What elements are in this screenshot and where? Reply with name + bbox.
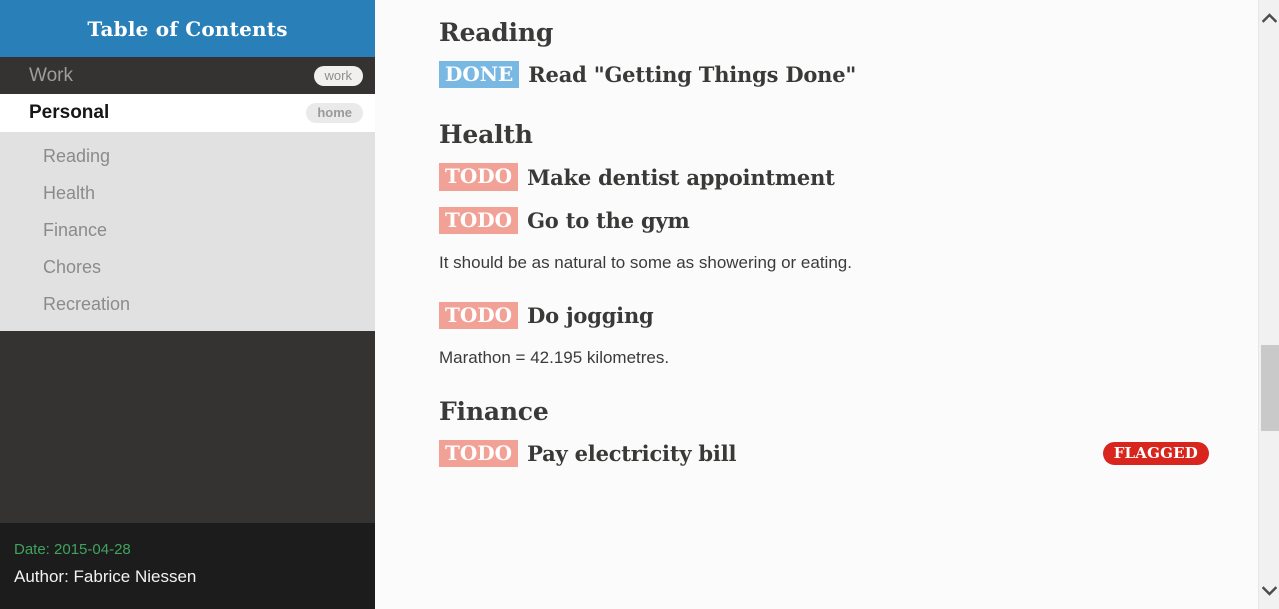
section-heading-reading: Reading [439,18,554,47]
task-item[interactable]: DONE Read "Getting Things Done" [439,61,1219,89]
sidebar-item-work[interactable]: Work work [0,57,375,94]
sidebar-header: Table of Contents [0,0,375,57]
sidebar-subitem-label: Chores [43,257,102,277]
task-title: Read "Getting Things Done" [528,62,857,88]
document-date: Date: 2015-04-28 [14,541,131,558]
task-keyword-todo[interactable]: TODO [439,206,519,235]
task-item[interactable]: TODO Pay electricity bill FLAGGED [439,439,1219,467]
sidebar-item-reading[interactable]: Reading [0,138,375,175]
task-title: Pay electricity bill [527,440,737,466]
document-body: Reading DONE Read "Getting Things Done" … [375,0,1279,467]
sidebar-item-finance[interactable]: Finance [0,212,375,249]
sidebar-tag-home[interactable]: home [306,103,363,123]
chevron-up-icon [1262,13,1277,23]
sidebar-item-chores[interactable]: Chores [0,249,375,286]
task-keyword-todo[interactable]: TODO [439,439,519,467]
sidebar-tag-work[interactable]: work [313,65,363,86]
paragraph-jogging-note: Marathon = 42.195 kilometres. [439,348,670,368]
task-item[interactable]: TODO Do jogging [439,301,1219,330]
paragraph-health-note: It should be as natural to some as showe… [439,253,852,273]
status-badge-flagged[interactable]: FLAGGED [1102,441,1209,465]
sidebar-empty-area [0,331,375,523]
sidebar: Table of Contents Work work Personal hom… [0,0,375,609]
scroll-up-button[interactable] [1259,6,1279,30]
vertical-scrollbar[interactable] [1258,0,1279,609]
document-author: Author: Fabrice Niessen [14,567,197,586]
sidebar-subitems: Reading Health Finance Chores Recreation [0,132,375,331]
chevron-down-icon [1262,586,1277,596]
task-item[interactable]: TODO Make dentist appointment [439,163,1219,191]
scrollbar-thumb[interactable] [1261,345,1279,431]
section-heading-health: Health [439,120,533,150]
task-title: Do jogging [527,302,654,328]
sidebar-item-personal[interactable]: Personal home [0,94,375,132]
section-heading-finance: Finance [439,396,549,426]
sidebar-item-label: Personal [29,102,110,123]
sidebar-footer: Date: 2015-04-28 Author: Fabrice Niessen [0,523,375,609]
sidebar-item-recreation[interactable]: Recreation [0,286,375,323]
task-keyword-todo[interactable]: TODO [439,301,519,330]
sidebar-subitem-label: Finance [43,220,108,240]
main-content: Reading DONE Read "Getting Things Done" … [375,0,1279,609]
app-root: Table of Contents Work work Personal hom… [0,0,1279,609]
sidebar-item-health[interactable]: Health [0,175,375,212]
task-item[interactable]: TODO Go to the gym [439,206,1219,235]
sidebar-subitem-label: Recreation [43,294,131,314]
task-title: Make dentist appointment [527,164,835,190]
task-title: Go to the gym [527,207,690,233]
sidebar-nav: Work work Personal home Reading Health F… [0,57,375,331]
sidebar-subitem-label: Reading [43,146,111,166]
sidebar-item-label: Work [29,64,73,86]
task-keyword-done[interactable]: DONE [439,61,520,89]
task-keyword-todo[interactable]: TODO [439,163,519,191]
sidebar-subitem-label: Health [43,183,96,203]
scroll-down-button[interactable] [1259,579,1279,603]
